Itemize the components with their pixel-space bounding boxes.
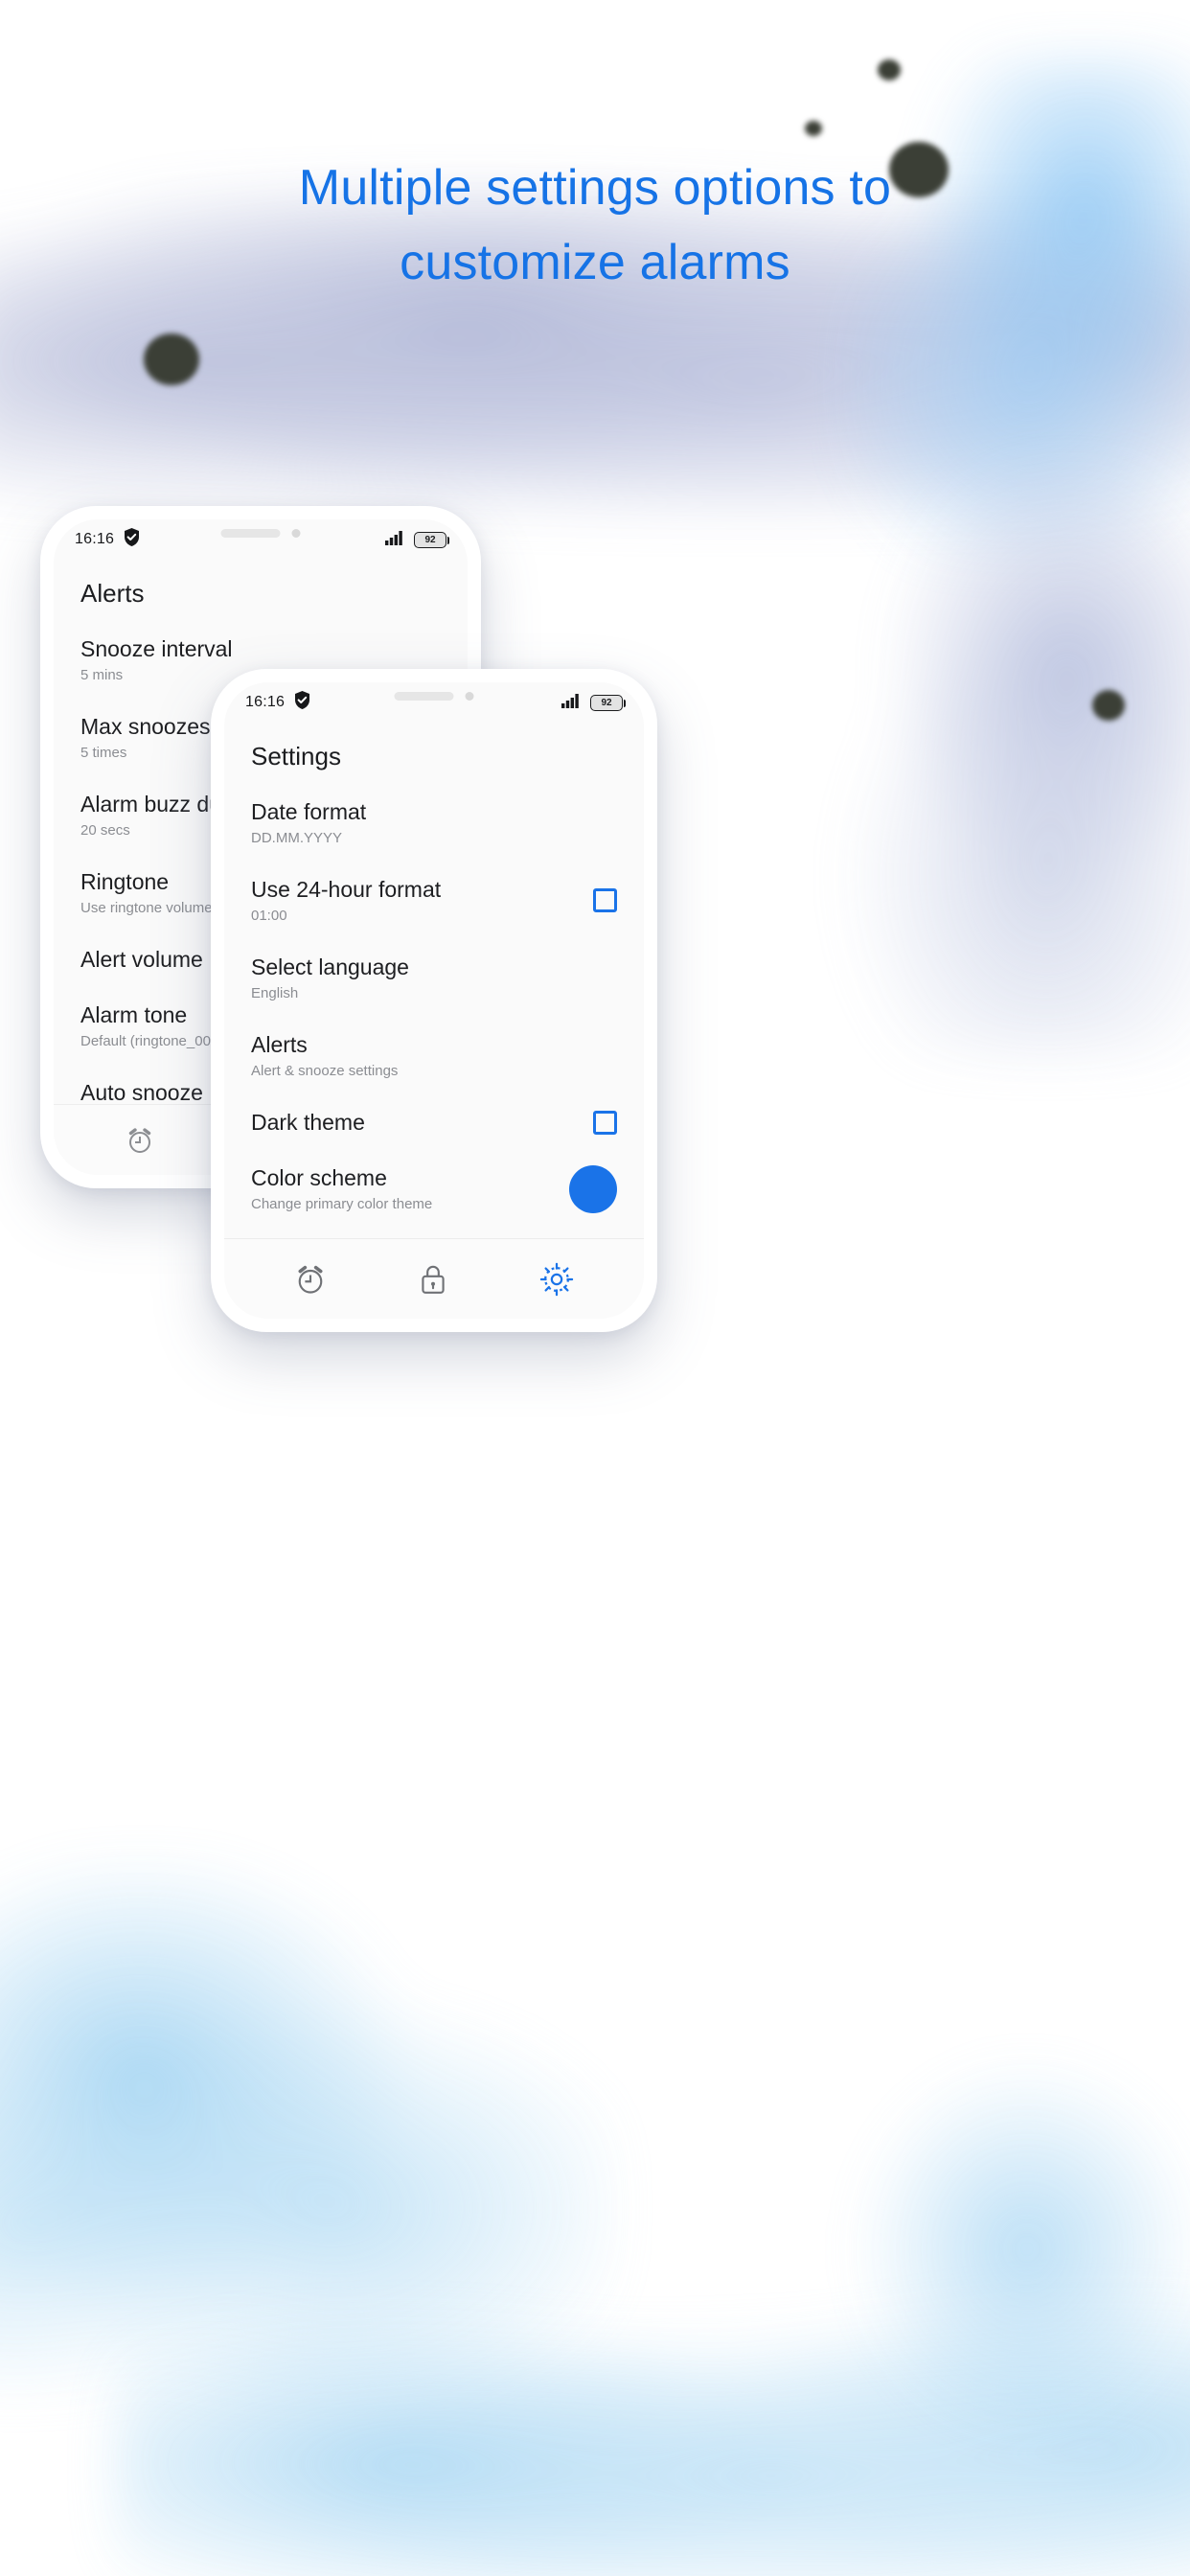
list-item-title: Snooze interval — [80, 636, 233, 661]
setting-subtitle: 01:00 — [251, 908, 287, 925]
setting-title: Select language — [251, 954, 409, 980]
nav-alarm-clock-icon[interactable] — [293, 1262, 328, 1297]
front-camera — [291, 529, 301, 538]
setting-row-date-format[interactable]: Date format DD.MM.YYYY — [251, 798, 617, 876]
back-phone-notch — [220, 529, 301, 538]
back-phone-status-bar: 16:16 92 — [54, 519, 468, 560]
nav-gear-icon[interactable] — [538, 1261, 575, 1298]
front-phone-page-title: Settings — [251, 742, 341, 770]
front-phone-mockup: 16:16 92 Settings Date format DD.MM.YYYY… — [211, 669, 657, 1332]
setting-row-alerts[interactable]: Alerts Alert & snooze settings — [251, 1031, 617, 1109]
page-headline: Multiple settings options to customize a… — [0, 163, 1190, 288]
ink-blob — [1092, 690, 1125, 721]
front-phone-notch — [394, 692, 474, 701]
ink-blob — [805, 121, 822, 136]
setting-subtitle: English — [251, 985, 299, 1002]
battery-indicator: 92 — [414, 531, 449, 548]
checkbox-dark-theme[interactable] — [593, 1110, 617, 1135]
checkbox-use-24-hour-format[interactable] — [593, 888, 617, 913]
signal-bars-icon — [561, 693, 583, 713]
front-camera — [465, 692, 474, 701]
setting-row-dark-theme[interactable]: Dark theme — [251, 1109, 617, 1164]
signal-bars-icon — [385, 530, 406, 550]
setting-title: Date format — [251, 799, 367, 824]
front-phone-screen: 16:16 92 Settings Date format DD.MM.YYYY… — [224, 682, 644, 1319]
battery-indicator: 92 — [590, 694, 626, 711]
status-bar-left: 16:16 — [75, 528, 140, 551]
status-bar-clock: 16:16 — [75, 531, 115, 547]
shield-check-icon — [294, 691, 310, 714]
status-bar-right: 92 — [385, 530, 449, 550]
front-phone-settings-list: Date format DD.MM.YYYY Use 24-hour forma… — [224, 771, 644, 1238]
status-bar-clock: 16:16 — [245, 694, 286, 710]
setting-title: Alerts — [251, 1032, 308, 1058]
setting-row-color-scheme[interactable]: Color scheme Change primary color theme — [251, 1164, 617, 1238]
setting-subtitle: DD.MM.YYYY — [251, 830, 343, 847]
ink-blob — [878, 59, 901, 80]
shield-check-icon — [124, 528, 140, 551]
setting-title: Color scheme — [251, 1165, 387, 1191]
background-wash-right-middle — [826, 460, 1190, 1054]
setting-title: Use 24-hour format — [251, 877, 442, 903]
back-phone-page-title: Alerts — [80, 579, 145, 608]
setting-row-use-24-hour-format[interactable]: Use 24-hour format 01:00 — [251, 876, 617, 954]
ink-blob — [144, 334, 199, 385]
color-swatch-primary[interactable] — [569, 1164, 617, 1213]
setting-row-select-language[interactable]: Select language English — [251, 954, 617, 1031]
earpiece-speaker — [394, 692, 454, 701]
setting-title: Dark theme — [251, 1110, 365, 1136]
earpiece-speaker — [220, 529, 281, 538]
nav-padlock-icon[interactable] — [417, 1262, 449, 1297]
nav-alarm-clock-icon[interactable] — [125, 1125, 155, 1156]
background-wash-bottom-right — [826, 2051, 1190, 2492]
status-bar-right: 92 — [561, 693, 626, 713]
headline-line-1: Multiple settings options to — [298, 160, 892, 216]
status-bar-left: 16:16 — [245, 691, 310, 714]
front-phone-bottom-nav — [224, 1238, 644, 1319]
headline-line-2: customize alarms — [400, 235, 790, 290]
setting-subtitle: Change primary color theme — [251, 1196, 433, 1213]
setting-subtitle: Alert & snooze settings — [251, 1063, 399, 1080]
front-phone-status-bar: 16:16 92 — [224, 682, 644, 723]
